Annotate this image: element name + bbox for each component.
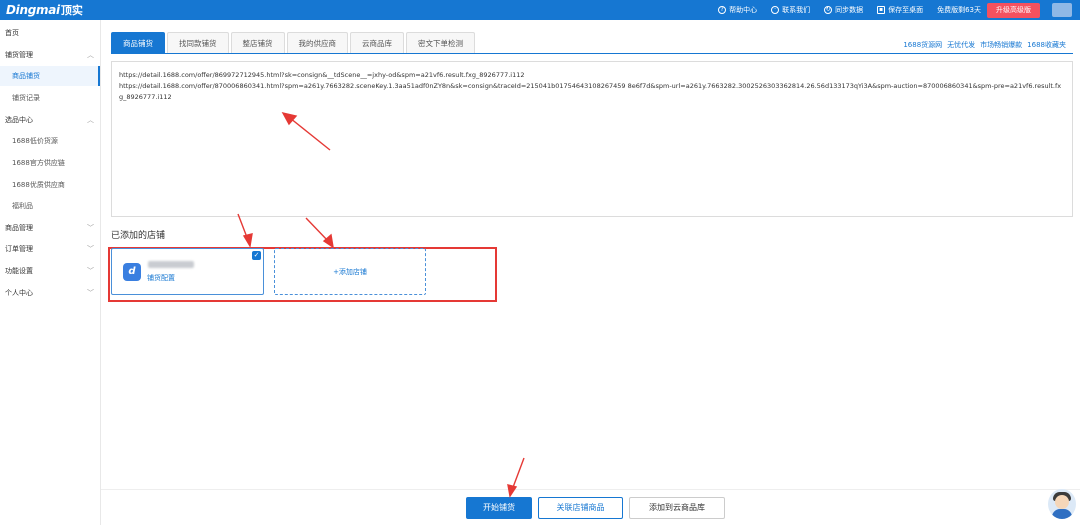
- sidebar-group-selection[interactable]: 选品中心 ︿: [0, 110, 100, 130]
- quick-links: 1688货源网 无忧代发 市场畅销爆款 1688收藏夹: [898, 40, 1066, 50]
- add-store-label: +添加店铺: [333, 267, 367, 276]
- checkbox-checked-icon[interactable]: ✓: [252, 251, 261, 260]
- user-avatar[interactable]: [1052, 3, 1072, 17]
- save-icon: ▪: [877, 6, 886, 14]
- tab-bar: 商品铺货 找同款铺货 整店铺货 我的供应商 云商品库 密文下单检测: [111, 32, 477, 53]
- support-body: [1052, 509, 1072, 519]
- store-name-blurred: [148, 261, 194, 268]
- link-dropship[interactable]: 无忧代发: [947, 40, 975, 50]
- arrow-to-store-card: [237, 213, 249, 241]
- chevron-down-icon: ﹀: [87, 224, 94, 232]
- start-distribution-button[interactable]: 开始铺货: [466, 497, 532, 519]
- sidebar-item-label: 铺货记录: [12, 94, 40, 102]
- sidebar-item-home[interactable]: 首页: [0, 23, 100, 43]
- add-store-button[interactable]: +添加店铺: [274, 248, 426, 295]
- sidebar-group-label: 商品管理: [5, 224, 33, 232]
- url-line: https://detail.1688.com/offer/8699727129…: [119, 71, 525, 79]
- sidebar-group-label: 铺货管理: [5, 51, 33, 59]
- link-bestsellers[interactable]: 市场畅销爆款: [980, 40, 1022, 50]
- sidebar-item-label: 福利品: [12, 202, 33, 210]
- arrow-to-start: [511, 457, 525, 491]
- link-1688-source[interactable]: 1688货源网: [903, 40, 942, 50]
- support-avatar[interactable]: [1048, 489, 1076, 519]
- tab-cipher-check[interactable]: 密文下单检测: [406, 32, 475, 53]
- arrow-to-add-store-head: [322, 233, 334, 249]
- sidebar-group-label: 订单管理: [5, 245, 33, 253]
- tab-whole-store[interactable]: 整店铺货: [230, 32, 285, 53]
- contact-us-link[interactable]: · 联系我们: [771, 5, 810, 15]
- top-menu: ? 帮助中心 · 联系我们 ↻ 同步数据 ▪ 保存至桌面 免费版剩63天 升级高…: [718, 0, 1080, 20]
- link-store-products-button[interactable]: 关联店铺商品: [538, 497, 623, 519]
- added-stores-title: 已添加的店铺: [111, 231, 166, 241]
- sidebar-item-label: 首页: [5, 29, 19, 37]
- help-icon: ?: [718, 6, 727, 14]
- sync-data-label: 同步数据: [835, 6, 864, 14]
- sidebar-group-personal[interactable]: 个人中心 ﹀: [0, 283, 100, 303]
- sidebar-item-low-price[interactable]: 1688低价货源: [0, 131, 100, 151]
- store-config-link[interactable]: 铺货配置: [147, 273, 175, 283]
- product-url-input[interactable]: https://detail.1688.com/offer/8699727129…: [111, 61, 1073, 217]
- sidebar-item-label: 1688优质供应商: [12, 181, 65, 189]
- sidebar-group-orders[interactable]: 订单管理 ﹀: [0, 239, 100, 259]
- upgrade-button[interactable]: 升级高级版: [987, 2, 1040, 18]
- contact-us-label: 联系我们: [782, 6, 811, 14]
- tab-my-suppliers[interactable]: 我的供应商: [286, 32, 348, 53]
- help-center-label: 帮助中心: [729, 6, 758, 14]
- chevron-down-icon: ﹀: [87, 289, 94, 297]
- tab-product-distribution[interactable]: 商品铺货: [111, 32, 165, 53]
- logo-cn: 顶实: [60, 4, 83, 17]
- sync-icon: ↻: [824, 6, 833, 14]
- logo-text: Dingmai: [6, 3, 60, 17]
- chat-icon: ·: [771, 6, 780, 14]
- chevron-up-icon: ︿: [87, 51, 94, 59]
- bottom-divider: [101, 489, 1080, 490]
- app-logo[interactable]: Dingmai 顶实: [0, 2, 83, 18]
- sidebar-item-label: 1688官方供应链: [12, 159, 65, 167]
- sidebar-item-distribution-records[interactable]: 铺货记录: [0, 88, 100, 108]
- sidebar-item-official-supply[interactable]: 1688官方供应链: [0, 153, 100, 173]
- help-center-link[interactable]: ? 帮助中心: [718, 5, 757, 15]
- sidebar-group-distribution[interactable]: 铺货管理 ︿: [0, 45, 100, 65]
- sidebar-group-label: 选品中心: [5, 116, 33, 124]
- sidebar-item-label: 商品铺货: [12, 72, 40, 80]
- chevron-down-icon: ﹀: [87, 245, 94, 253]
- save-desktop-label: 保存至桌面: [888, 6, 924, 14]
- add-to-cloud-button[interactable]: 添加到云商品库: [629, 497, 725, 519]
- chevron-down-icon: ﹀: [87, 267, 94, 275]
- trial-remaining: 免费版剩63天: [937, 6, 981, 14]
- sidebar-item-welfare[interactable]: 福利品: [0, 196, 100, 216]
- store-logo-icon: d: [122, 262, 142, 282]
- url-line: https://detail.1688.com/offer/8700068603…: [119, 82, 1062, 101]
- arrow-to-start-head: [507, 484, 518, 498]
- arrow-to-add-store: [305, 217, 330, 243]
- sidebar-item-label: 1688低价货源: [12, 137, 58, 145]
- sidebar-group-products[interactable]: 商品管理 ﹀: [0, 218, 100, 238]
- sidebar-item-product-distribution[interactable]: 商品铺货: [0, 66, 100, 86]
- tab-cloud-library[interactable]: 云商品库: [350, 32, 404, 53]
- arrow-to-store-card-head: [242, 233, 253, 248]
- tab-underline: [111, 53, 1073, 54]
- top-bar: Dingmai 顶实 ? 帮助中心 · 联系我们 ↻ 同步数据 ▪ 保存至桌面 …: [0, 0, 1080, 20]
- support-face: [1055, 495, 1069, 509]
- sidebar-group-label: 个人中心: [5, 289, 33, 297]
- link-1688-favorites[interactable]: 1688收藏夹: [1027, 40, 1066, 50]
- sidebar-item-quality-supplier[interactable]: 1688优质供应商: [0, 175, 100, 195]
- store-card[interactable]: d 铺货配置 ✓: [111, 248, 264, 295]
- sidebar-group-settings[interactable]: 功能设置 ﹀: [0, 261, 100, 281]
- sidebar: 首页 铺货管理 ︿ 商品铺货 铺货记录 选品中心 ︿ 1688低价货源 1688…: [0, 20, 101, 525]
- sync-data-link[interactable]: ↻ 同步数据: [824, 5, 863, 15]
- sidebar-group-label: 功能设置: [5, 267, 33, 275]
- save-desktop-link[interactable]: ▪ 保存至桌面: [877, 5, 923, 15]
- tab-same-item[interactable]: 找同款铺货: [167, 32, 229, 53]
- chevron-up-icon: ︿: [87, 116, 94, 124]
